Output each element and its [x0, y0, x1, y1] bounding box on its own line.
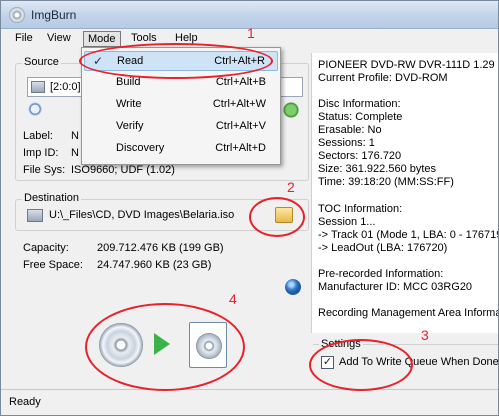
status-text: Ready: [9, 396, 41, 408]
annotation-number-1: 1: [247, 25, 255, 41]
info-line: TOC Information:: [318, 203, 403, 215]
annotation-ellipse-4: [85, 303, 245, 391]
disc-app-icon: [9, 7, 25, 23]
globe-icon[interactable]: [285, 279, 301, 295]
menu-item-label: Discovery: [116, 142, 165, 154]
menu-mode[interactable]: Mode: [83, 31, 121, 47]
refresh-magnifier-icon[interactable]: [27, 101, 45, 119]
info-line: Erasable: No: [318, 124, 382, 136]
annotation-number-4: 4: [229, 291, 237, 307]
imp-id-value: N: [71, 147, 79, 159]
green-action-icon[interactable]: [282, 101, 300, 119]
window-title: ImgBurn: [31, 8, 77, 22]
annotation-ellipse-1: [79, 43, 273, 79]
capacity-value: 209.712.476 KB (199 GB): [97, 242, 224, 254]
info-line: Session 1...: [318, 216, 376, 228]
info-line: -> LeadOut (LBA: 176720): [318, 242, 448, 254]
info-line: Time: 39:18:20 (MM:SS:FF): [318, 176, 454, 188]
label-value: N: [71, 130, 79, 142]
imgburn-window: ImgBurn File View Mode Tools Help Source…: [0, 0, 499, 416]
menu-item-label: Write: [116, 98, 142, 110]
info-line: Manufacturer ID: MCC 03RG20: [318, 281, 473, 293]
info-line: PIONEER DVD-RW DVR-111D 1.29 (A: [318, 59, 499, 71]
info-line: Disc Information:: [318, 98, 401, 110]
file-sys-value: ISO9660; UDF (1.02): [71, 164, 175, 176]
info-line: Status: Complete: [318, 111, 403, 123]
menu-item-shortcut: Ctrl+Alt+W: [212, 98, 266, 110]
info-line: -> Track 01 (Mode 1, LBA: 0 - 176719: [318, 229, 499, 241]
disc-info-panel: PIONEER DVD-RW DVR-111D 1.29 (A Current …: [311, 53, 499, 333]
menu-item-discovery[interactable]: Discovery Ctrl+Alt+D: [84, 139, 278, 159]
destination-drive-icon: [27, 209, 43, 222]
source-drive-text: [2:0:0]: [50, 81, 81, 93]
label-key: Label:: [23, 130, 53, 142]
info-line: Recording Management Area Informat: [318, 307, 499, 319]
menu-item-verify[interactable]: Verify Ctrl+Alt+V: [84, 117, 278, 137]
menu-item-write[interactable]: Write Ctrl+Alt+W: [84, 95, 278, 115]
capacity-key: Capacity:: [23, 242, 69, 254]
info-line: Sessions: 1: [318, 137, 375, 149]
info-line: Size: 361.922.560 bytes: [318, 163, 437, 175]
annotation-ellipse-3: [309, 339, 413, 391]
info-line: Pre-recorded Information:: [318, 268, 444, 280]
destination-legend: Destination: [22, 192, 82, 204]
menu-item-shortcut: Ctrl+Alt+D: [215, 142, 266, 154]
menu-file[interactable]: File: [11, 31, 37, 47]
annotation-number-2: 2: [287, 179, 295, 195]
menu-item-label: Verify: [116, 120, 144, 132]
menu-item-label: Build: [116, 76, 141, 88]
destination-path[interactable]: U:\_Files\CD, DVD Images\Belaria.iso: [49, 209, 234, 221]
free-space-key: Free Space:: [23, 259, 83, 271]
status-bar: Ready: [1, 389, 498, 415]
imp-id-key: Imp ID:: [23, 147, 59, 159]
menu-item-shortcut: Ctrl+Alt+B: [215, 76, 266, 88]
free-space-value: 24.747.960 KB (23 GB): [97, 259, 212, 271]
annotation-ellipse-2: [249, 197, 305, 237]
menu-item-shortcut: Ctrl+Alt+V: [215, 120, 266, 132]
file-sys-key: File Sys:: [23, 164, 66, 176]
source-legend: Source: [22, 56, 61, 68]
annotation-number-3: 3: [421, 327, 429, 343]
info-line: Current Profile: DVD-ROM: [318, 72, 448, 84]
drive-icon: [31, 81, 45, 93]
info-line: Sectors: 176.720: [318, 150, 402, 162]
menu-view[interactable]: View: [43, 31, 75, 47]
